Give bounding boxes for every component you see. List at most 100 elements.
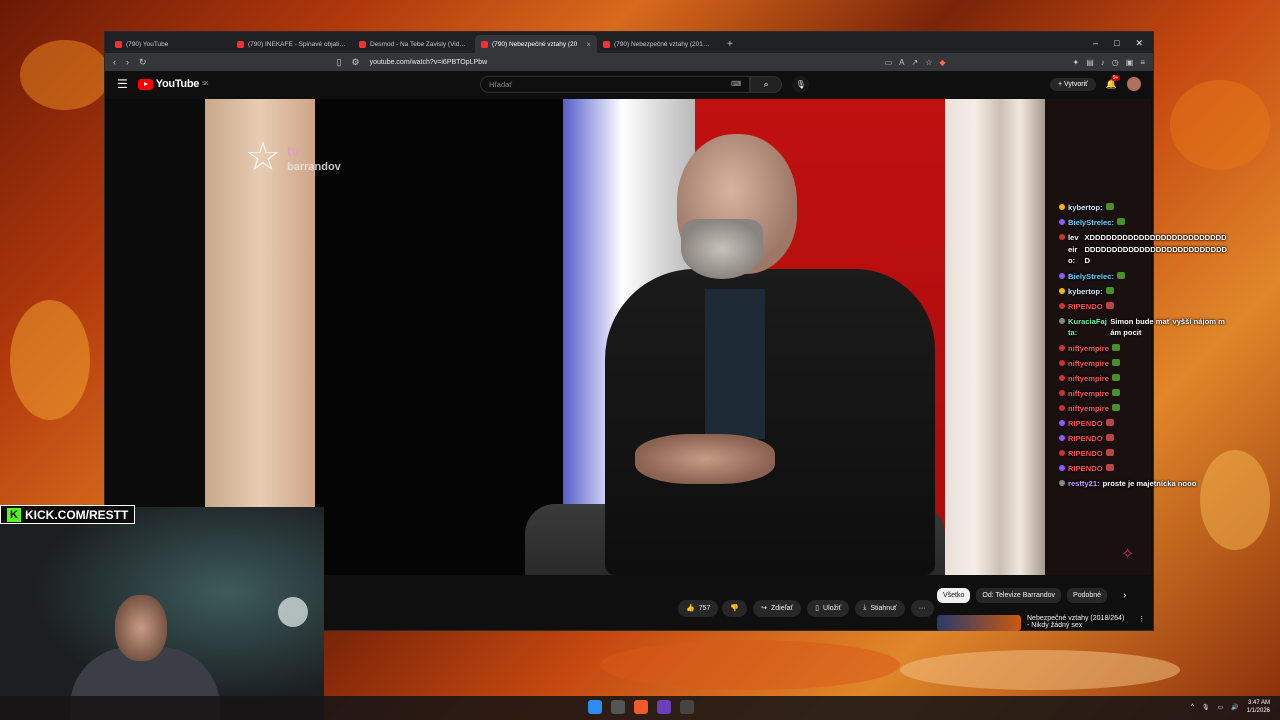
keyboard-icon[interactable]: ⌨ [731,80,741,88]
puzzle-icon[interactable]: ✦ [1073,58,1080,67]
chat-message: RIPENDO [1059,461,1229,476]
chat-username: leveiro: [1068,233,1079,265]
chat-badge-icon [1059,389,1065,396]
bookmark-icon[interactable]: ▯ [337,57,342,68]
stream-chat-overlay: kybertop: BielyStrelec: leveiro: XDDDDDDDDD… [1059,200,1229,491]
chat-message: niftyempire [1059,386,1229,401]
sidebar-icon[interactable]: ▤ [1086,58,1094,67]
browser-tab[interactable]: Desmod - Na Tebe Zavisly (Video) - [353,35,475,53]
recommended-video[interactable]: Nebezpečné vztahy (2018/264) - Nikdy žád… [937,615,1145,631]
chip-channel[interactable]: Od: Televize Barrandov [976,588,1062,603]
chip-all[interactable]: Všetko [937,588,971,603]
youtube-logo[interactable]: YouTube SK [137,78,208,90]
chat-message: RIPENDO [1059,299,1229,314]
extensions: ▭ A ↗ ☆ ◆ ✦ ▤ ♪ ◷ ▣ ≡ [885,58,1145,67]
extension-icon[interactable]: ◆ [939,58,945,67]
youtube-favicon-icon [359,40,366,48]
more-actions-button[interactable]: ··· [910,599,934,617]
chat-overlay-logo-icon: ✧ [1121,546,1135,563]
chat-username: KuraciaFajta: [1068,316,1107,338]
browser-tab-active[interactable]: (790) Nebezpečné vztahy (20 × [475,35,597,53]
chat-username: kybertop: [1068,286,1103,296]
chat-badge-icon [1059,374,1065,381]
cast-icon[interactable]: ▭ [885,58,893,67]
chat-username: niftyempire [1068,358,1109,368]
url-field[interactable]: youtube.com/watch?v=i6PBTOpLPbw [370,59,875,66]
youtube-play-icon [137,78,153,90]
chat-emote-icon [1111,388,1120,396]
chat-emote-icon [1105,463,1114,471]
browser-tab[interactable]: (790) INEKAFE - Špinavé objatie - Yo [231,35,353,53]
microphone-icon[interactable]: 🎙 [1202,704,1210,711]
volume-icon[interactable]: 🔊 [1231,704,1238,711]
system-tray: ^ 🎙 ▭ 🔊 3:47 AM 1/1/2026 [1191,699,1270,715]
share-page-icon[interactable]: ↗ [911,58,918,67]
hamburger-menu-icon[interactable]: ☰ [117,77,128,91]
chat-emote-icon [1105,448,1114,456]
chat-badge-icon [1059,419,1065,426]
chat-username: niftyempire [1068,373,1109,383]
maximize-button[interactable]: □ [1114,38,1119,49]
recommended-video-title: Nebezpečné vztahy (2018/264) [1027,615,1125,622]
chip-related[interactable]: Podobné [1067,588,1108,603]
youtube-favicon-icon [115,40,122,48]
chat-badge-icon [1059,359,1065,366]
chevron-up-icon[interactable]: ^ [1191,704,1194,710]
app-icon[interactable] [657,700,671,714]
chat-message: BielyStrelec: [1059,269,1229,284]
search-icon: ⌕ [763,78,769,89]
browser-tab[interactable]: (790) Nebezpečné vztahy (2019/258 [597,35,719,53]
dislike-button[interactable]: 👎 [722,599,748,617]
chat-badge-icon [1059,272,1065,279]
youtube-header: ☰ YouTube SK Hľadať ⌨ ⌕ 🎙 + Vytvoriť 🔔 9+ [105,71,1153,97]
back-icon[interactable]: ‹ [113,57,116,67]
clock[interactable]: 3:47 AM 1/1/2026 [1247,699,1270,715]
task-view-icon[interactable] [611,700,625,714]
voice-search-icon[interactable]: 🎙 [792,75,810,93]
star-icon[interactable]: ☆ [925,58,932,67]
chat-badge-icon [1059,219,1065,225]
chat-badge-icon [1059,449,1065,456]
brave-browser-icon[interactable] [634,700,648,714]
video-player[interactable]: ☆ tv barrandov ✧ [105,99,1151,575]
create-button[interactable]: + Vytvoriť [1049,77,1096,91]
close-window-button[interactable]: ✕ [1135,38,1143,49]
start-icon[interactable] [588,700,602,714]
music-icon[interactable]: ♪ [1101,58,1105,67]
history-icon[interactable]: ◷ [1112,58,1119,67]
share-button[interactable]: ↪ Zdieľať [753,599,802,617]
close-tab-icon[interactable]: × [586,40,591,49]
settings-icon[interactable] [680,700,694,714]
minimize-button[interactable]: – [1093,38,1098,49]
save-button[interactable]: ▯ Uložiť [807,599,850,617]
chat-badge-icon [1059,479,1065,486]
network-icon[interactable]: ▭ [1217,704,1223,711]
notifications-bell-icon[interactable]: 🔔 9+ [1106,74,1121,90]
wallet-icon[interactable]: ▣ [1126,58,1134,67]
youtube-favicon-icon [603,40,610,48]
reload-icon[interactable]: ↻ [139,57,147,68]
search-button[interactable]: ⌕ [750,75,783,93]
chat-badge-icon [1059,434,1065,441]
new-tab-button[interactable]: + [719,39,741,53]
chat-message: restty21: proste je majetnícka nooo [1059,476,1229,492]
account-avatar[interactable] [1127,77,1141,91]
download-button[interactable]: ⤓ Stiahnuť [855,599,905,617]
more-vert-icon[interactable]: ⋮ [1138,615,1145,631]
subject-hands [635,434,775,484]
search-input[interactable]: Hľadať ⌨ [480,75,751,93]
chat-username: niftyempire [1068,388,1109,398]
video-thumbnail[interactable] [937,615,1021,631]
like-button[interactable]: 👍 757 [678,599,719,617]
chevron-right-icon[interactable]: › [1123,590,1126,601]
subject-beard [681,219,763,279]
site-info-icon[interactable]: ⚙ [352,57,360,68]
browser-tab[interactable]: (790) YouTube [109,35,231,53]
translate-icon[interactable]: A [899,58,904,67]
chat-message: kybertop: [1059,200,1229,215]
youtube-favicon-icon [481,40,488,48]
menu-icon[interactable]: ≡ [1140,58,1145,67]
chat-text: Simon bude mať vyšší nájom mám pocit [1110,316,1225,338]
forward-icon[interactable]: › [126,57,129,67]
chat-message: leveiro: XDDDDDDDDDDDDDDDDDDDDDDDDDDDDDDD… [1059,230,1229,269]
